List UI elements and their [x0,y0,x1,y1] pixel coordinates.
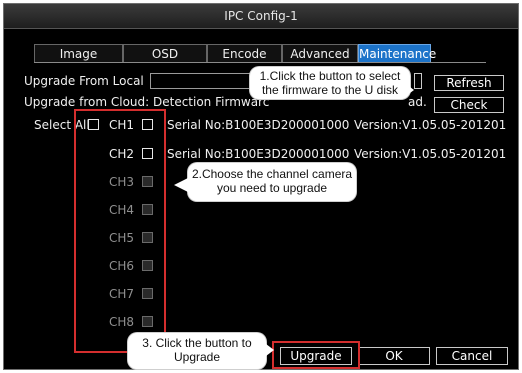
ch1-version: Version:V1.05.05-201201 [354,118,507,132]
ok-button[interactable]: OK [358,347,430,365]
annotation-step2: 2.Choose the channel camera you need to … [188,163,356,201]
ch2-serial: Serial No:B100E3D200001000 [167,147,350,161]
tab-maintenance[interactable]: Maintenance [358,44,436,62]
annotation-step2-pointer [174,178,188,192]
annotation-step2-line1: 2.Choose the channel camera [191,167,353,181]
annotation-step3-pointer [266,344,274,356]
ch2-version: Version:V1.05.05-201201 [354,147,507,161]
ch1-serial: Serial No:B100E3D200001000 [167,118,350,132]
cancel-button[interactable]: Cancel [436,347,508,365]
annotation-step1-line1: 1.Click the button to select [259,69,401,83]
tab-advanced[interactable]: Advanced [282,44,358,62]
annotation-step1: 1.Click the button to select the firmwar… [250,67,410,99]
tab-osd[interactable]: OSD [123,44,207,62]
annotation-step3: 3. Click the button to Upgrade [128,333,266,369]
tab-bar: Image OSD Encode Advanced Maintenance [34,44,486,63]
upgrade-local-label: Upgrade From Local [24,74,144,88]
tab-encode[interactable]: Encode [207,44,282,62]
annotation-step3-line2: Upgrade [173,350,221,364]
upgrade-cloud-label: Upgrade from Cloud: Detection Firmwarc [24,95,270,109]
annotation-step1-pointer [406,84,414,96]
annotation-step3-line1: 3. Click the button to [142,336,252,350]
browse-button[interactable] [414,73,422,89]
annotation-step2-line2: you need to upgrade [216,181,328,195]
channel-highlight-box [74,109,166,353]
tab-image[interactable]: Image [34,44,123,62]
refresh-button[interactable]: Refresh [434,75,504,91]
upgrade-cloud-tail: ad. [408,95,427,109]
title-bar: IPC Config-1 [4,4,518,29]
check-button[interactable]: Check [434,97,504,113]
upgrade-highlight-box [272,341,360,369]
window-title: IPC Config-1 [224,9,298,23]
annotation-step1-line2: the firmware to the U disk [261,83,399,97]
